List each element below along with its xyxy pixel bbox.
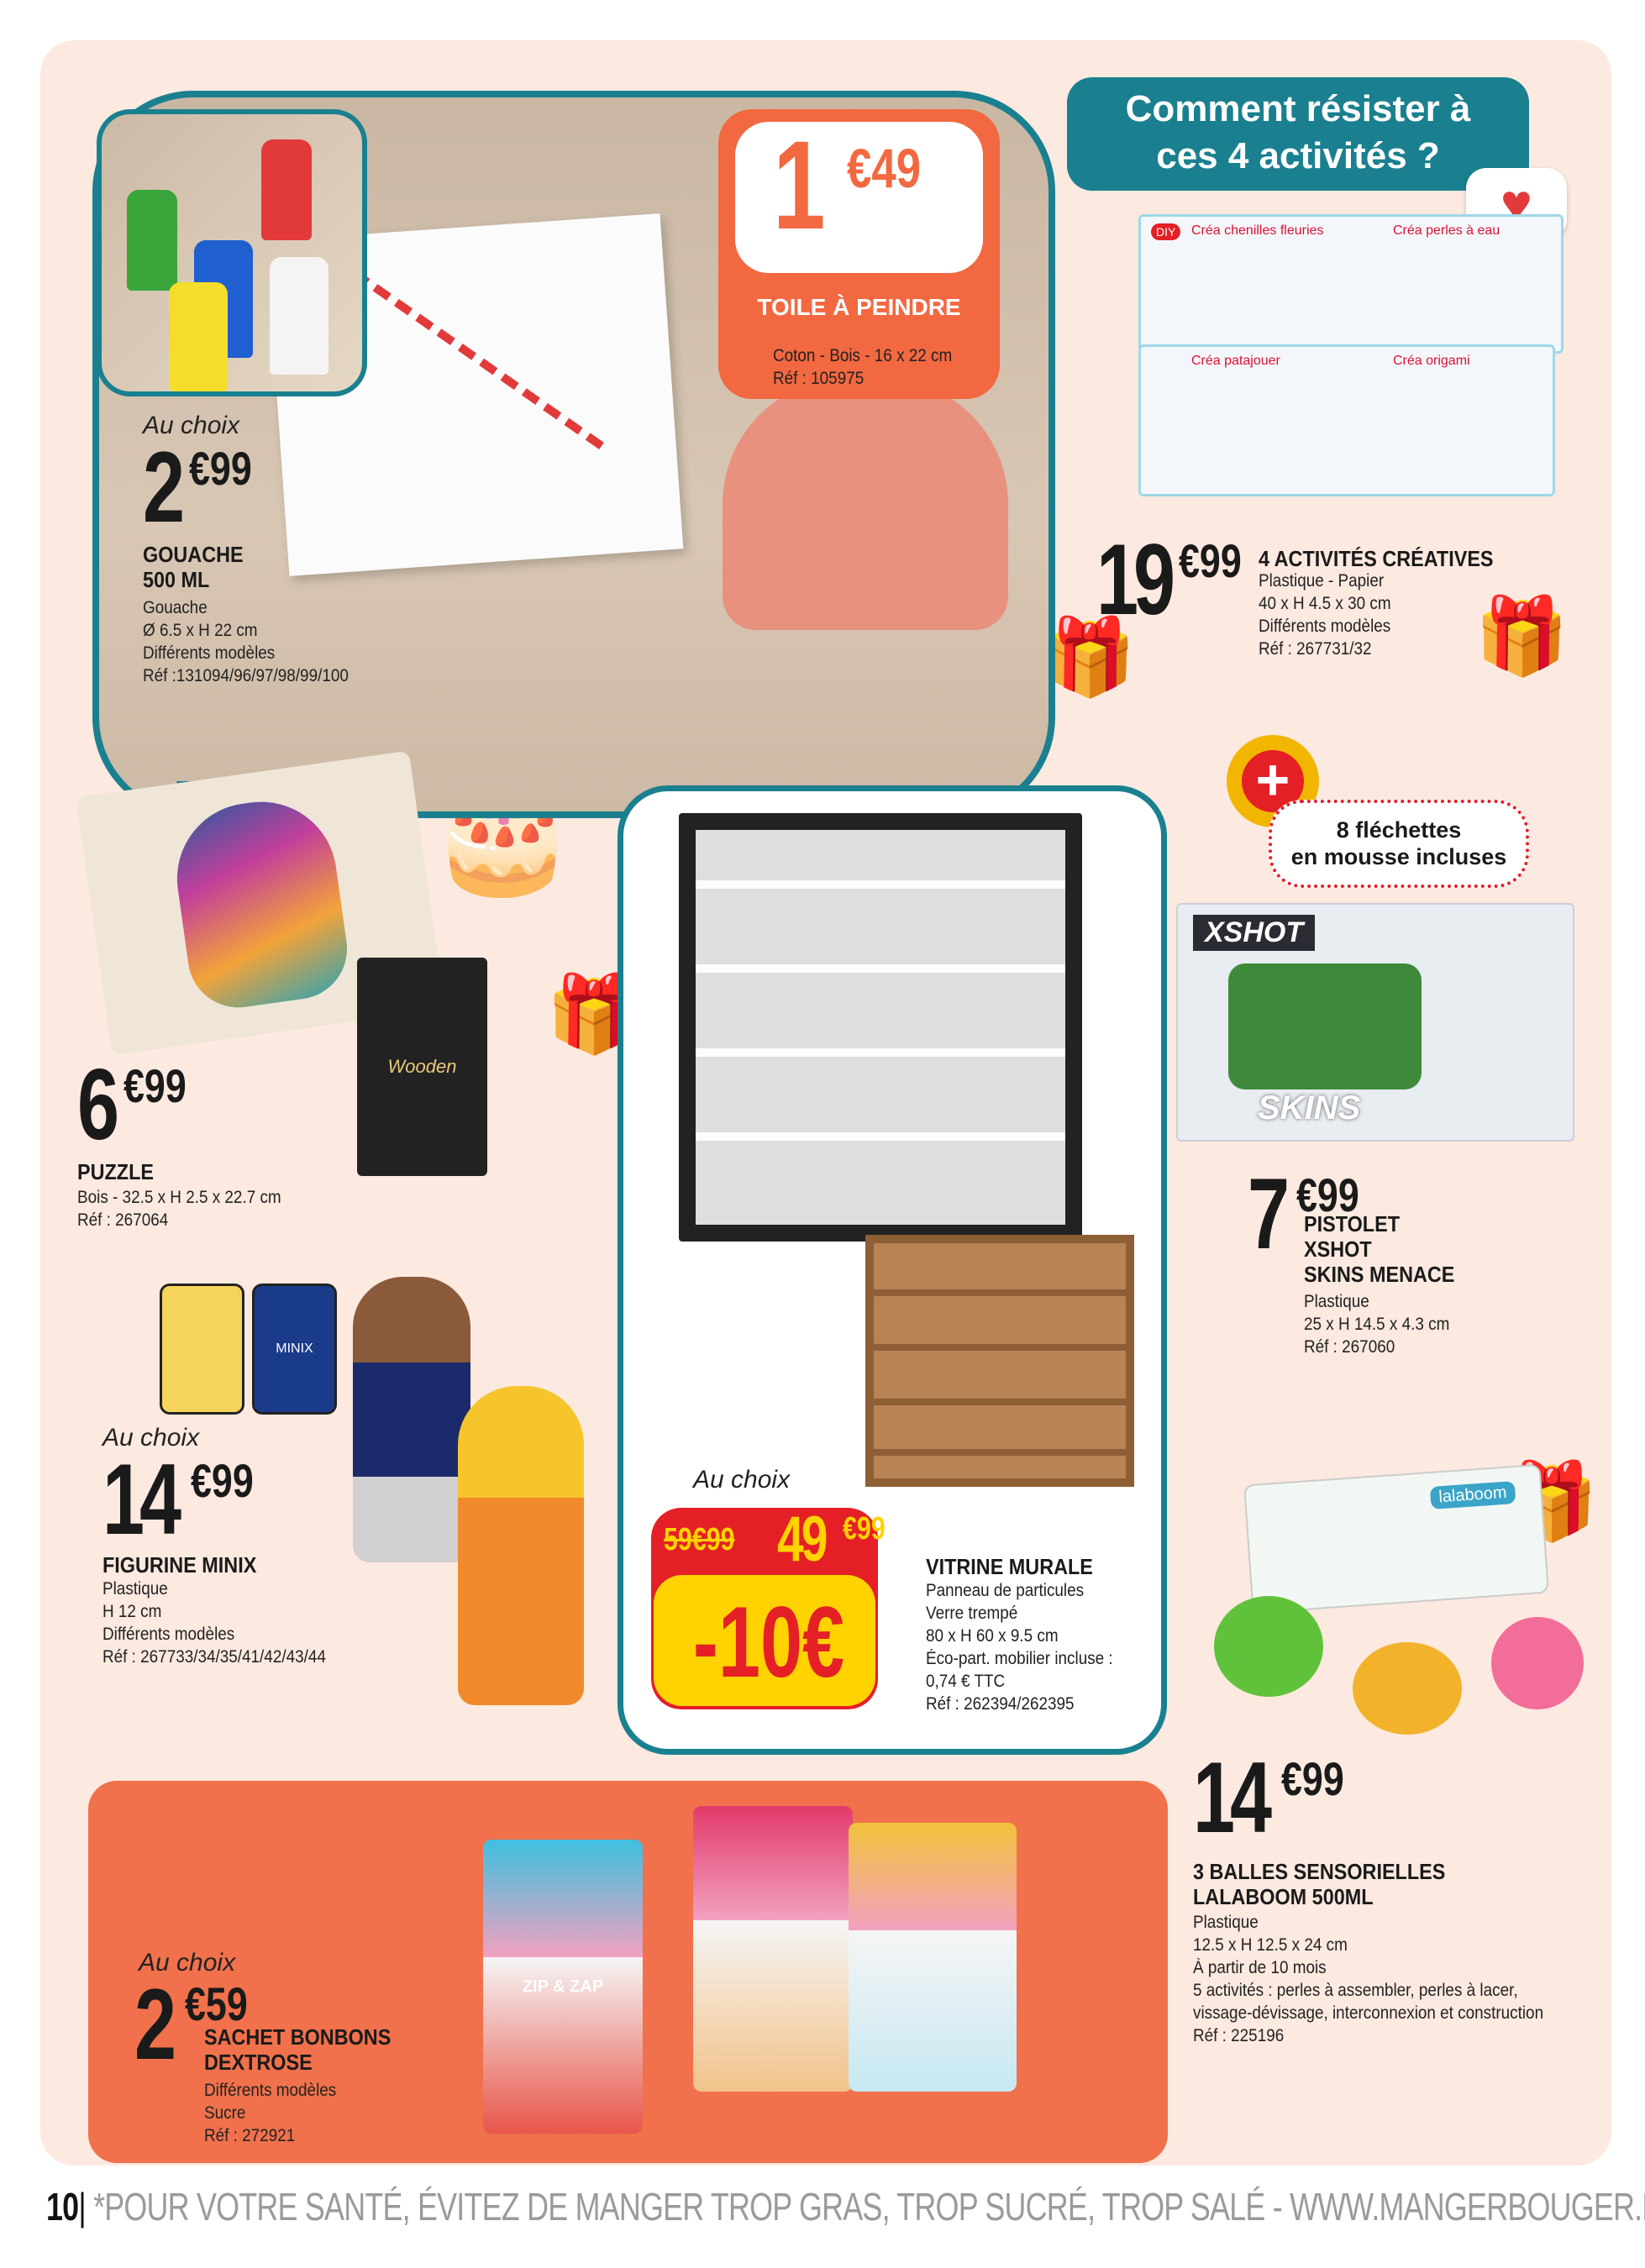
minix-box-psg: MINIX (252, 1284, 337, 1415)
vitrine-details: Panneau de particules Verre trempé 80 x … (926, 1581, 1113, 1714)
wood-display-cabinet-image (865, 1235, 1134, 1487)
price-integer: 2 (143, 431, 185, 543)
gouache-details: Gouache Ø 6.5 x H 22 cm Différents modèl… (143, 598, 349, 685)
candy-bag-2 (693, 1806, 853, 2092)
footer-separator: | (78, 2185, 86, 2229)
lalaboom-details: Plastique 12.5 x H 12.5 x 24 cm À partir… (1193, 1913, 1544, 2045)
vitrine-price: 49 €99 (777, 1504, 886, 1575)
gouache-bottle-white (270, 257, 328, 375)
xshot-details: Plastique 25 x H 14.5 x 4.3 cm Réf : 267… (1304, 1292, 1450, 1357)
activity-box-label: Créa patajouer (1191, 354, 1280, 368)
xshot-box-image: XSHOT SKINS (1176, 903, 1574, 1142)
price-integer: 14 (102, 1443, 181, 1556)
candy-bag-3 (849, 1823, 1017, 2092)
headline-line-2: ces 4 activités ? (1156, 135, 1440, 176)
bonbons-title: SACHET BONBONS DEXTROSE (204, 2024, 392, 2075)
puzzle-box-image: Wooden (357, 958, 487, 1176)
sensory-ball-yellow (1353, 1642, 1462, 1735)
gouache-bottle-yellow (169, 282, 228, 391)
price-integer: 2 (134, 1968, 176, 2081)
price-integer: 6 (77, 1048, 119, 1161)
price-cents: €99 (1281, 1752, 1344, 1805)
lalaboom-box-image: lalaboom (1243, 1463, 1549, 1614)
price-integer: 19 (1096, 523, 1175, 636)
footer-text: *POUR VOTRE SANTÉ, ÉVITEZ DE MANGER TROP… (93, 2185, 1645, 2229)
sensory-ball-pink (1491, 1617, 1584, 1709)
price-cents: €99 (843, 1511, 886, 1546)
activity-box-1: DIY Créa chenilles fleuries Créa perles … (1138, 214, 1564, 354)
lalaboom-brand: lalaboom (1429, 1481, 1516, 1510)
old-price: 59€99 (664, 1522, 735, 1557)
price-cents: €99 (189, 442, 252, 495)
bonbons-details: Différents modèles Sucre Réf : 272921 (204, 2081, 337, 2145)
gouache-title: GOUACHE 500 ML (143, 542, 244, 592)
candy-bag-1: ZIP & ZAP (483, 1840, 643, 2134)
gouache-price: 2 €99 (143, 437, 311, 538)
minix-details: Plastique H 12 cm Différents modèles Réf… (102, 1579, 326, 1667)
headline-banner: Comment résister à ces 4 activités ? (1067, 77, 1529, 191)
price-cents: €99 (191, 1454, 254, 1507)
minix-figurine-naruto (458, 1386, 584, 1705)
activity-box-label: Créa origami (1393, 354, 1470, 368)
footer-disclaimer: 10| *POUR VOTRE SANTÉ, ÉVITEZ DE MANGER … (46, 2184, 1645, 2234)
price-cents: €49 (847, 137, 922, 199)
child-photo (723, 378, 1008, 630)
lalaboom-title: 3 BALLES SENSORIELLES LALABOOM 500ML (1193, 1859, 1446, 1909)
wood-shelf (874, 1344, 1126, 1351)
wood-shelf (874, 1289, 1126, 1296)
headline-line-1: Comment résister à (1125, 88, 1471, 129)
minix-box-naruto (160, 1284, 244, 1415)
puzzle-details: Bois - 32.5 x H 2.5 x 22.7 cm Réf : 2670… (77, 1188, 281, 1230)
sensory-ball-green (1214, 1596, 1323, 1697)
gouache-bottle-green (127, 190, 177, 291)
price-integer: 1 (773, 114, 826, 255)
discount-value: -10€ (692, 1586, 845, 1698)
cabinet-glass (696, 830, 1065, 1225)
minix-figurine-footballer (353, 1277, 470, 1562)
gouache-bottle-red (261, 139, 312, 240)
activites-details: Plastique - Papier 40 x H 4.5 x 30 cm Di… (1259, 571, 1391, 659)
vitrine-title: VITRINE MURALE (926, 1554, 1093, 1579)
activity-box-2: Créa patajouer Créa origami (1138, 344, 1555, 496)
price-integer: 49 (777, 1504, 828, 1575)
toile-title: TOILE À PEINDRE (757, 294, 961, 320)
bubble-line-1: 8 fléchettes (1336, 817, 1462, 843)
toile-details: Coton - Bois - 16 x 22 cm Réf : 105975 (773, 346, 953, 388)
price-integer: 14 (1193, 1741, 1272, 1854)
bubble-line-2: en mousse incluses (1290, 844, 1507, 869)
activites-title: 4 ACTIVITÉS CRÉATIVES (1259, 546, 1494, 571)
minix-price: 14 €99 (102, 1449, 313, 1550)
activites-price: 19 €99 (1096, 529, 1264, 647)
puzzle-price: 6 €99 (77, 1054, 245, 1155)
darts-included-bubble: 8 fléchettes en mousse incluses (1269, 800, 1529, 888)
xshot-brand: XSHOT (1193, 915, 1316, 951)
price-cents: €99 (1179, 534, 1242, 587)
owl-shape (167, 791, 354, 1015)
gift-doodle-icon: 🎁 (1474, 595, 1569, 679)
gouache-bottles-inset (97, 109, 367, 396)
price-cents: €59 (185, 1977, 248, 2030)
toile-price: 1 €49 (773, 122, 975, 265)
vitrine-au-choix: Au choix (693, 1466, 791, 1494)
price-integer: 7 (1248, 1158, 1290, 1270)
activity-box-label: Créa chenilles fleuries (1191, 223, 1324, 238)
black-display-cabinet-image (679, 813, 1082, 1242)
lalaboom-price: 14 €99 (1193, 1747, 1403, 1848)
wood-shelf (874, 1399, 1126, 1405)
xshot-title: PISTOLET XSHOT SKINS MENACE (1304, 1211, 1455, 1287)
blaster-shape (1228, 963, 1422, 1089)
minix-title: FIGURINE MINIX (102, 1552, 257, 1578)
page-number: 10 (46, 2185, 79, 2229)
puzzle-title: PUZZLE (77, 1159, 154, 1184)
wood-shelf (874, 1449, 1126, 1456)
price-cents: €99 (124, 1059, 187, 1112)
activity-box-label: Créa perles à eau (1393, 223, 1500, 238)
xshot-brand-sub: SKINS (1258, 1089, 1361, 1126)
